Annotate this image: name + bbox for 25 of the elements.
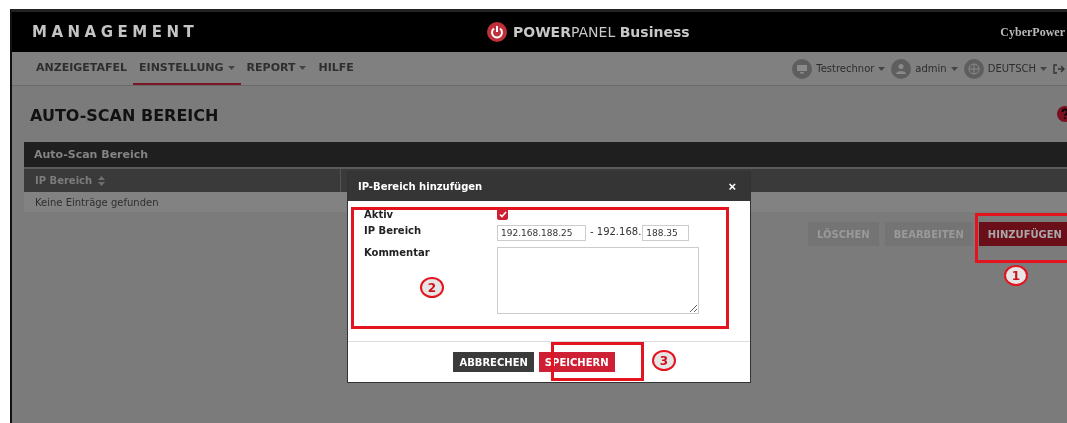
- nav-tab[interactable]: HILFE: [312, 52, 360, 85]
- end-ip-field[interactable]: 188.35: [642, 225, 690, 241]
- app-title: MANAGEMENT: [32, 23, 200, 41]
- close-button[interactable]: ×: [724, 179, 740, 194]
- field-label: IP Bereich: [364, 225, 423, 236]
- menu-label[interactable]: admin: [915, 63, 947, 74]
- menu-label[interactable]: DEUTSCH: [987, 63, 1036, 74]
- action-button[interactable]: HINZUFÜGEN: [978, 222, 1067, 246]
- field-label: Kommentar: [364, 247, 431, 258]
- empty-message: Keine Einträge gefunden: [35, 196, 159, 208]
- page-title: AUTO-SCAN BEREICH: [30, 106, 219, 125]
- product-name: POWERPANEL Business: [513, 24, 690, 40]
- start-ip-field[interactable]: 192.168.188.25: [497, 225, 586, 241]
- nav-tab[interactable]: ANZEIGETAFEL: [30, 52, 134, 85]
- menu-label[interactable]: Testrechnor: [816, 63, 875, 74]
- save-button[interactable]: SPEICHERN: [538, 352, 615, 372]
- ip-prefix: - 192.168.: [589, 225, 643, 239]
- cancel-button[interactable]: ABBRECHEN: [453, 352, 534, 372]
- dialog-title: IP-Bereich hinzufügen: [358, 181, 483, 192]
- brand-logo: CyberPower: [1000, 24, 1065, 40]
- column-header[interactable]: IP Bereich: [35, 175, 93, 186]
- nav-tab[interactable]: EINSTELLUNG: [133, 52, 241, 85]
- panel-header: Auto-Scan Bereich: [24, 142, 1067, 167]
- field-label: Aktiv: [364, 209, 395, 220]
- nav-tab[interactable]: REPORT: [240, 52, 313, 85]
